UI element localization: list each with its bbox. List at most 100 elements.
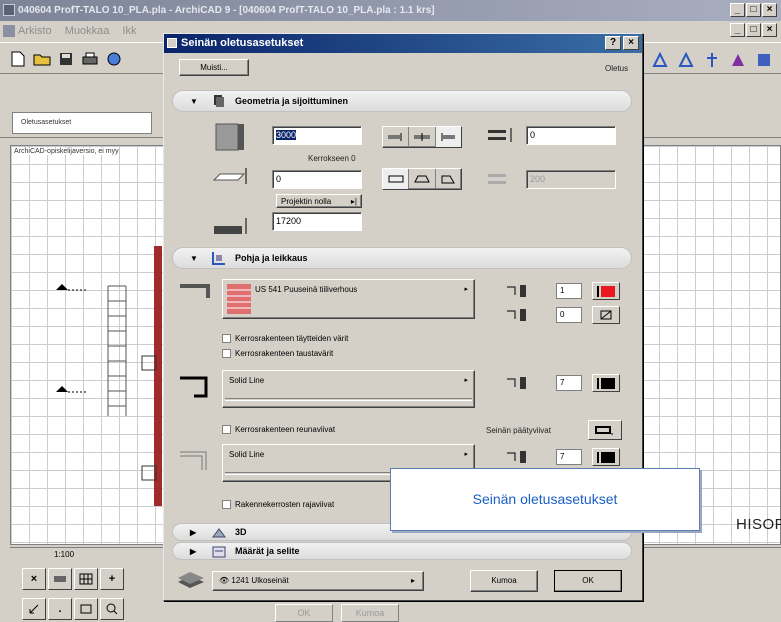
window-controls: _ □ × <box>730 3 777 17</box>
elevation-input[interactable]: 17200 <box>272 212 362 231</box>
polygon-wall-icon[interactable] <box>436 169 461 189</box>
maximize-button[interactable]: □ <box>746 3 761 17</box>
layer-label: 1241 Ulkoseinät <box>231 576 289 585</box>
straight-wall-icon[interactable] <box>383 169 410 189</box>
expanded-triangle-icon[interactable]: ▼ <box>190 97 198 106</box>
wall-tool-icon[interactable] <box>48 568 72 590</box>
trapezoid-wall-icon[interactable] <box>409 169 436 189</box>
dialog-system-icon <box>167 38 177 48</box>
align-left-icon[interactable] <box>383 127 410 147</box>
checkbox-box[interactable] <box>222 349 231 358</box>
line-pen-color-button-2[interactable] <box>592 448 620 466</box>
pen-number-input-1[interactable]: 1 <box>556 283 582 299</box>
dialog-close-button[interactable]: × <box>623 36 639 50</box>
background-ok-button[interactable]: OK <box>275 604 333 622</box>
checkbox-box[interactable] <box>222 500 231 509</box>
status-scale[interactable]: 1:100 <box>54 550 74 559</box>
collapsed-triangle-icon[interactable]: ▶ <box>190 547 196 556</box>
plus-tool-icon[interactable]: + <box>100 568 124 590</box>
outline-lines-checkbox[interactable]: Kerrosrakenteen reunaviivat <box>222 425 335 434</box>
favorites-button[interactable]: Muisti... <box>179 59 249 76</box>
plan-section-panel-header[interactable]: ▼ Pohja ja leikkaus <box>172 247 632 269</box>
thickness-input[interactable]: 0 <box>526 126 616 145</box>
pen-background-icon <box>507 309 526 321</box>
pen-color-button-1[interactable] <box>592 282 620 300</box>
expanded-triangle-icon[interactable]: ▼ <box>190 254 198 263</box>
defaults-tab[interactable]: Oletusasetukset <box>12 112 152 134</box>
help-button[interactable]: ? <box>605 36 621 50</box>
app-title-bar: 040604 ProfT-TALO 10_PLA.pla - ArchiCAD … <box>0 0 781 21</box>
geometry-panel-title: Geometria ja sijoittuminen <box>235 96 349 106</box>
close-x-icon[interactable]: × <box>22 568 46 590</box>
background-cancel-button[interactable]: Kumoa <box>341 604 399 622</box>
transparent-pen-button[interactable] <box>592 306 620 324</box>
grid-tool-icon[interactable] <box>74 568 98 590</box>
plot-icon[interactable] <box>104 49 124 69</box>
save-icon[interactable] <box>56 49 76 69</box>
cut-fill-label: US 541 Puuseinä tiiliverhous <box>255 285 358 294</box>
collapsed-triangle-icon[interactable]: ▶ <box>190 528 196 537</box>
magic-tool-icon[interactable] <box>74 598 98 620</box>
quantities-panel-title: Määrät ja selite <box>235 546 300 556</box>
menu-muokkaa[interactable]: Muokkaa <box>65 25 110 37</box>
boundary-lines-checkbox[interactable]: Rakennekerrosten rajaviivat <box>222 500 334 509</box>
3d-icon <box>212 528 226 538</box>
end-lines-button[interactable] <box>588 420 622 440</box>
cut-line-picker[interactable]: Solid Line ▸ <box>222 370 475 408</box>
reference-level-dropdown[interactable]: Projektin nolla ▸| <box>276 194 362 208</box>
cut-line-label: Solid Line <box>229 376 265 385</box>
doc-restore-button[interactable]: □ <box>746 23 761 37</box>
outline-line-icon <box>180 451 207 470</box>
open-folder-icon[interactable] <box>32 49 52 69</box>
layer-icon <box>178 572 204 588</box>
tool-c-icon[interactable] <box>704 52 720 71</box>
menu-ikkuna[interactable]: Ikk <box>122 25 136 37</box>
minimize-button[interactable]: _ <box>730 3 745 17</box>
picker-arrow-icon: ▸ <box>464 377 468 384</box>
brick-fill-icon <box>227 284 251 314</box>
checkbox-box[interactable] <box>222 334 231 343</box>
line-pen-input-1[interactable]: 7 <box>556 375 582 391</box>
line-pen-icon <box>507 377 526 389</box>
menu-arkisto[interactable]: Arkisto <box>18 25 52 37</box>
document-icon <box>3 25 15 37</box>
disabled-thickness-icon <box>488 174 506 184</box>
new-file-icon[interactable] <box>8 49 28 69</box>
close-button[interactable]: × <box>762 3 777 17</box>
geometry-icon <box>214 95 224 107</box>
picker-arrow-icon: ▸ <box>464 286 468 293</box>
disabled-input: 200 <box>526 170 616 189</box>
ok-button[interactable]: OK <box>554 570 622 592</box>
arrow-tool-icon[interactable] <box>22 598 46 620</box>
tool-d-icon[interactable] <box>730 52 746 71</box>
dialog-title-bar[interactable]: Seinän oletusasetukset ? × <box>164 34 642 53</box>
tool-e-icon[interactable] <box>756 52 772 71</box>
align-right-icon[interactable] <box>435 127 461 147</box>
wall-height-input[interactable]: 3000 <box>272 126 362 145</box>
align-center-icon[interactable] <box>409 127 436 147</box>
document-window-controls: _ □ × <box>730 23 777 37</box>
tool-b-icon[interactable] <box>678 51 694 71</box>
cancel-button[interactable]: Kumoa <box>470 570 538 592</box>
geometry-panel-header[interactable]: ▼ Geometria ja sijoittuminen <box>172 90 632 112</box>
fill-background-checkbox[interactable]: Kerrosrakenteen taustavärit <box>222 349 333 358</box>
pen-number-input-2[interactable]: 0 <box>556 307 582 323</box>
bottom-toolbox: × + . <box>22 568 182 622</box>
dialog-title: Seinän oletusasetukset <box>181 37 304 49</box>
doc-close-button[interactable]: × <box>762 23 777 37</box>
line-pen-input-2[interactable]: 7 <box>556 449 582 465</box>
quantities-panel-header[interactable]: ▶ Määrät ja selite <box>172 542 632 560</box>
print-icon[interactable] <box>80 49 100 69</box>
zoom-tool-icon[interactable] <box>100 598 124 620</box>
select-tool-icon[interactable]: . <box>48 598 72 620</box>
thickness-icon <box>488 128 512 142</box>
doc-minimize-button[interactable]: _ <box>730 23 745 37</box>
tool-a-icon[interactable] <box>652 51 668 71</box>
base-offset-input[interactable]: 0 <box>272 170 362 189</box>
checkbox-box[interactable] <box>222 425 231 434</box>
wall-height-diagram-icon <box>212 123 247 234</box>
fill-colors-checkbox[interactable]: Kerrosrakenteen täytteiden värit <box>222 334 348 343</box>
line-pen-color-button-1[interactable] <box>592 374 620 392</box>
cut-fill-picker[interactable]: US 541 Puuseinä tiiliverhous ▸ <box>222 279 475 319</box>
layer-dropdown[interactable]: 👁 1241 Ulkoseinät ▸ <box>212 571 424 591</box>
